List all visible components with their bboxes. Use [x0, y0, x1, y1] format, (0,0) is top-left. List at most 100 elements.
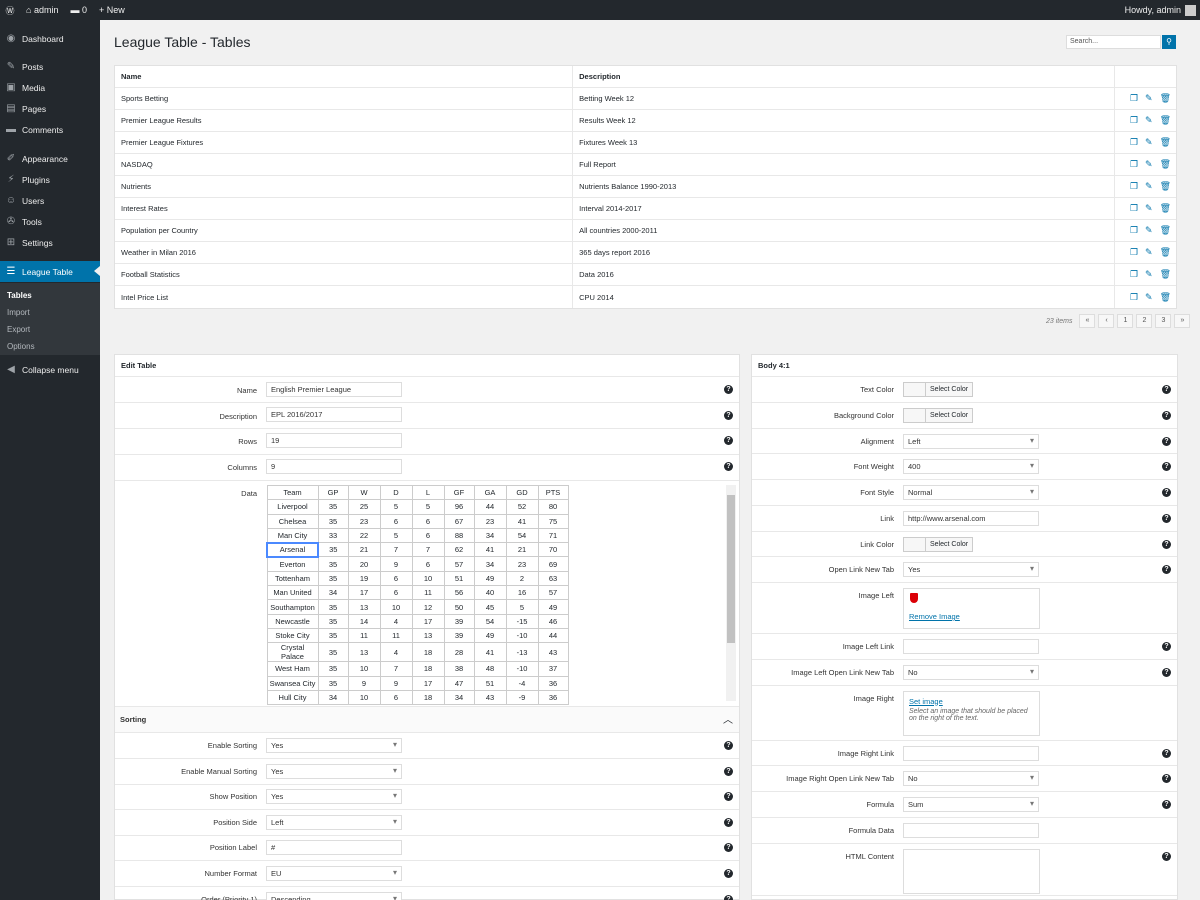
grid-cell[interactable]: 63 — [538, 571, 568, 585]
edit-icon[interactable]: ✎ — [1145, 247, 1153, 258]
site-home-link[interactable]: ⌂ admin — [20, 0, 64, 20]
grid-cell[interactable]: 75 — [538, 514, 568, 528]
link-color-picker[interactable]: Select Color — [903, 537, 973, 552]
font-style-select[interactable]: Normal — [903, 485, 1039, 500]
duplicate-icon[interactable]: ❐ — [1130, 159, 1138, 170]
help-icon[interactable]: ? — [724, 869, 733, 878]
help-icon[interactable]: ? — [1162, 852, 1171, 861]
menu-item-8[interactable]: ✇Tools — [0, 211, 100, 232]
grid-cell[interactable]: 9 — [380, 557, 412, 571]
help-icon[interactable]: ? — [724, 741, 733, 750]
grid-cell[interactable]: 14 — [348, 614, 380, 628]
grid-cell[interactable]: 6 — [412, 557, 444, 571]
collapse-menu-button[interactable]: ◀Collapse menu — [0, 359, 100, 380]
grid-cell[interactable]: 11 — [348, 628, 380, 642]
image-right-new-tab-select[interactable]: No — [903, 771, 1039, 786]
grid-cell[interactable]: 35 — [318, 557, 348, 571]
duplicate-icon[interactable]: ❐ — [1130, 181, 1138, 192]
grid-cell[interactable]: 4 — [380, 643, 412, 662]
grid-cell[interactable]: 54 — [506, 528, 538, 542]
grid-cell[interactable]: -10 — [506, 628, 538, 642]
grid-cell[interactable]: 23 — [506, 557, 538, 571]
grid-cell[interactable]: 20 — [348, 557, 380, 571]
grid-cell[interactable]: 11 — [380, 628, 412, 642]
grid-cell[interactable]: 10 — [412, 571, 444, 585]
grid-cell[interactable]: 6 — [412, 528, 444, 542]
grid-cell[interactable]: 47 — [444, 676, 474, 690]
grid-cell[interactable]: 49 — [474, 571, 506, 585]
account-menu[interactable]: Howdy, admin — [1119, 0, 1200, 20]
duplicate-icon[interactable]: ❐ — [1130, 269, 1138, 280]
trash-icon[interactable]: 🗑 — [1160, 269, 1171, 280]
grid-cell[interactable]: 12 — [412, 600, 444, 614]
grid-cell[interactable]: W — [348, 486, 380, 500]
next-page-button[interactable]: » — [1174, 314, 1190, 328]
grid-cell[interactable]: 41 — [474, 643, 506, 662]
formula-select[interactable]: Sum — [903, 797, 1039, 812]
menu-item-0[interactable]: ◉Dashboard — [0, 28, 100, 49]
grid-cell[interactable]: 44 — [538, 628, 568, 642]
grid-cell[interactable]: 18 — [412, 662, 444, 676]
grid-cell[interactable]: Team — [267, 486, 318, 500]
grid-cell[interactable]: 37 — [538, 662, 568, 676]
prev-page-button[interactable]: ‹ — [1098, 314, 1114, 328]
grid-cell[interactable]: 71 — [538, 528, 568, 542]
grid-cell[interactable]: 56 — [444, 586, 474, 600]
grid-cell[interactable]: 35 — [318, 500, 348, 514]
menu-item-1[interactable]: ✎Posts — [0, 56, 100, 77]
help-icon[interactable]: ? — [1162, 488, 1171, 497]
sorting-select[interactable]: Yes — [266, 789, 402, 804]
grid-cell[interactable]: 6 — [380, 514, 412, 528]
help-icon[interactable]: ? — [1162, 540, 1171, 549]
help-icon[interactable]: ? — [724, 411, 733, 420]
columns-input[interactable]: 9 — [266, 459, 402, 474]
grid-cell[interactable]: 28 — [444, 643, 474, 662]
duplicate-icon[interactable]: ❐ — [1130, 115, 1138, 126]
grid-cell[interactable]: 17 — [348, 586, 380, 600]
grid-cell[interactable]: 44 — [474, 500, 506, 514]
submenu-tables[interactable]: Tables — [0, 287, 100, 304]
grid-cell[interactable]: 7 — [380, 662, 412, 676]
grid-cell[interactable]: 67 — [444, 514, 474, 528]
table-name-cell[interactable]: Population per Country — [115, 220, 573, 241]
grid-cell[interactable]: 34 — [318, 586, 348, 600]
grid-cell[interactable]: 35 — [318, 628, 348, 642]
column-header-description[interactable]: Description — [573, 66, 1115, 87]
grid-cell[interactable]: L — [412, 486, 444, 500]
grid-cell[interactable]: 49 — [538, 600, 568, 614]
grid-cell[interactable]: 51 — [444, 571, 474, 585]
grid-cell[interactable]: 41 — [474, 543, 506, 557]
grid-cell[interactable]: 62 — [444, 543, 474, 557]
grid-cell[interactable]: 70 — [538, 543, 568, 557]
grid-cell[interactable]: 13 — [412, 628, 444, 642]
grid-cell[interactable]: 5 — [412, 500, 444, 514]
grid-cell[interactable]: 18 — [412, 690, 444, 704]
grid-cell[interactable]: GP — [318, 486, 348, 500]
grid-cell[interactable]: 35 — [318, 571, 348, 585]
grid-cell[interactable]: 46 — [538, 614, 568, 628]
background-color-picker[interactable]: Select Color — [903, 408, 973, 423]
help-icon[interactable]: ? — [1162, 514, 1171, 523]
grid-cell[interactable]: 35 — [318, 614, 348, 628]
duplicate-icon[interactable]: ❐ — [1130, 93, 1138, 104]
comments-link[interactable]: ▬ 0 — [64, 0, 93, 20]
grid-cell[interactable]: 6 — [380, 690, 412, 704]
grid-cell[interactable]: Man City — [267, 528, 318, 542]
help-icon[interactable]: ? — [724, 436, 733, 445]
grid-cell[interactable]: Arsenal — [267, 543, 318, 557]
duplicate-icon[interactable]: ❐ — [1130, 225, 1138, 236]
sorting-select[interactable]: EU — [266, 866, 402, 881]
image-right-link-input[interactable] — [903, 746, 1039, 761]
menu-item-7[interactable]: ☺Users — [0, 190, 100, 211]
help-icon[interactable]: ? — [1162, 749, 1171, 758]
name-input[interactable]: English Premier League — [266, 382, 402, 397]
trash-icon[interactable]: 🗑 — [1160, 247, 1171, 258]
help-icon[interactable]: ? — [1162, 800, 1171, 809]
help-icon[interactable]: ? — [724, 818, 733, 827]
grid-cell[interactable]: -9 — [506, 690, 538, 704]
edit-icon[interactable]: ✎ — [1145, 137, 1153, 148]
grid-cell[interactable]: D — [380, 486, 412, 500]
grid-cell[interactable]: 36 — [538, 676, 568, 690]
grid-cell[interactable]: 57 — [444, 557, 474, 571]
grid-cell[interactable]: Crystal Palace — [267, 643, 318, 662]
